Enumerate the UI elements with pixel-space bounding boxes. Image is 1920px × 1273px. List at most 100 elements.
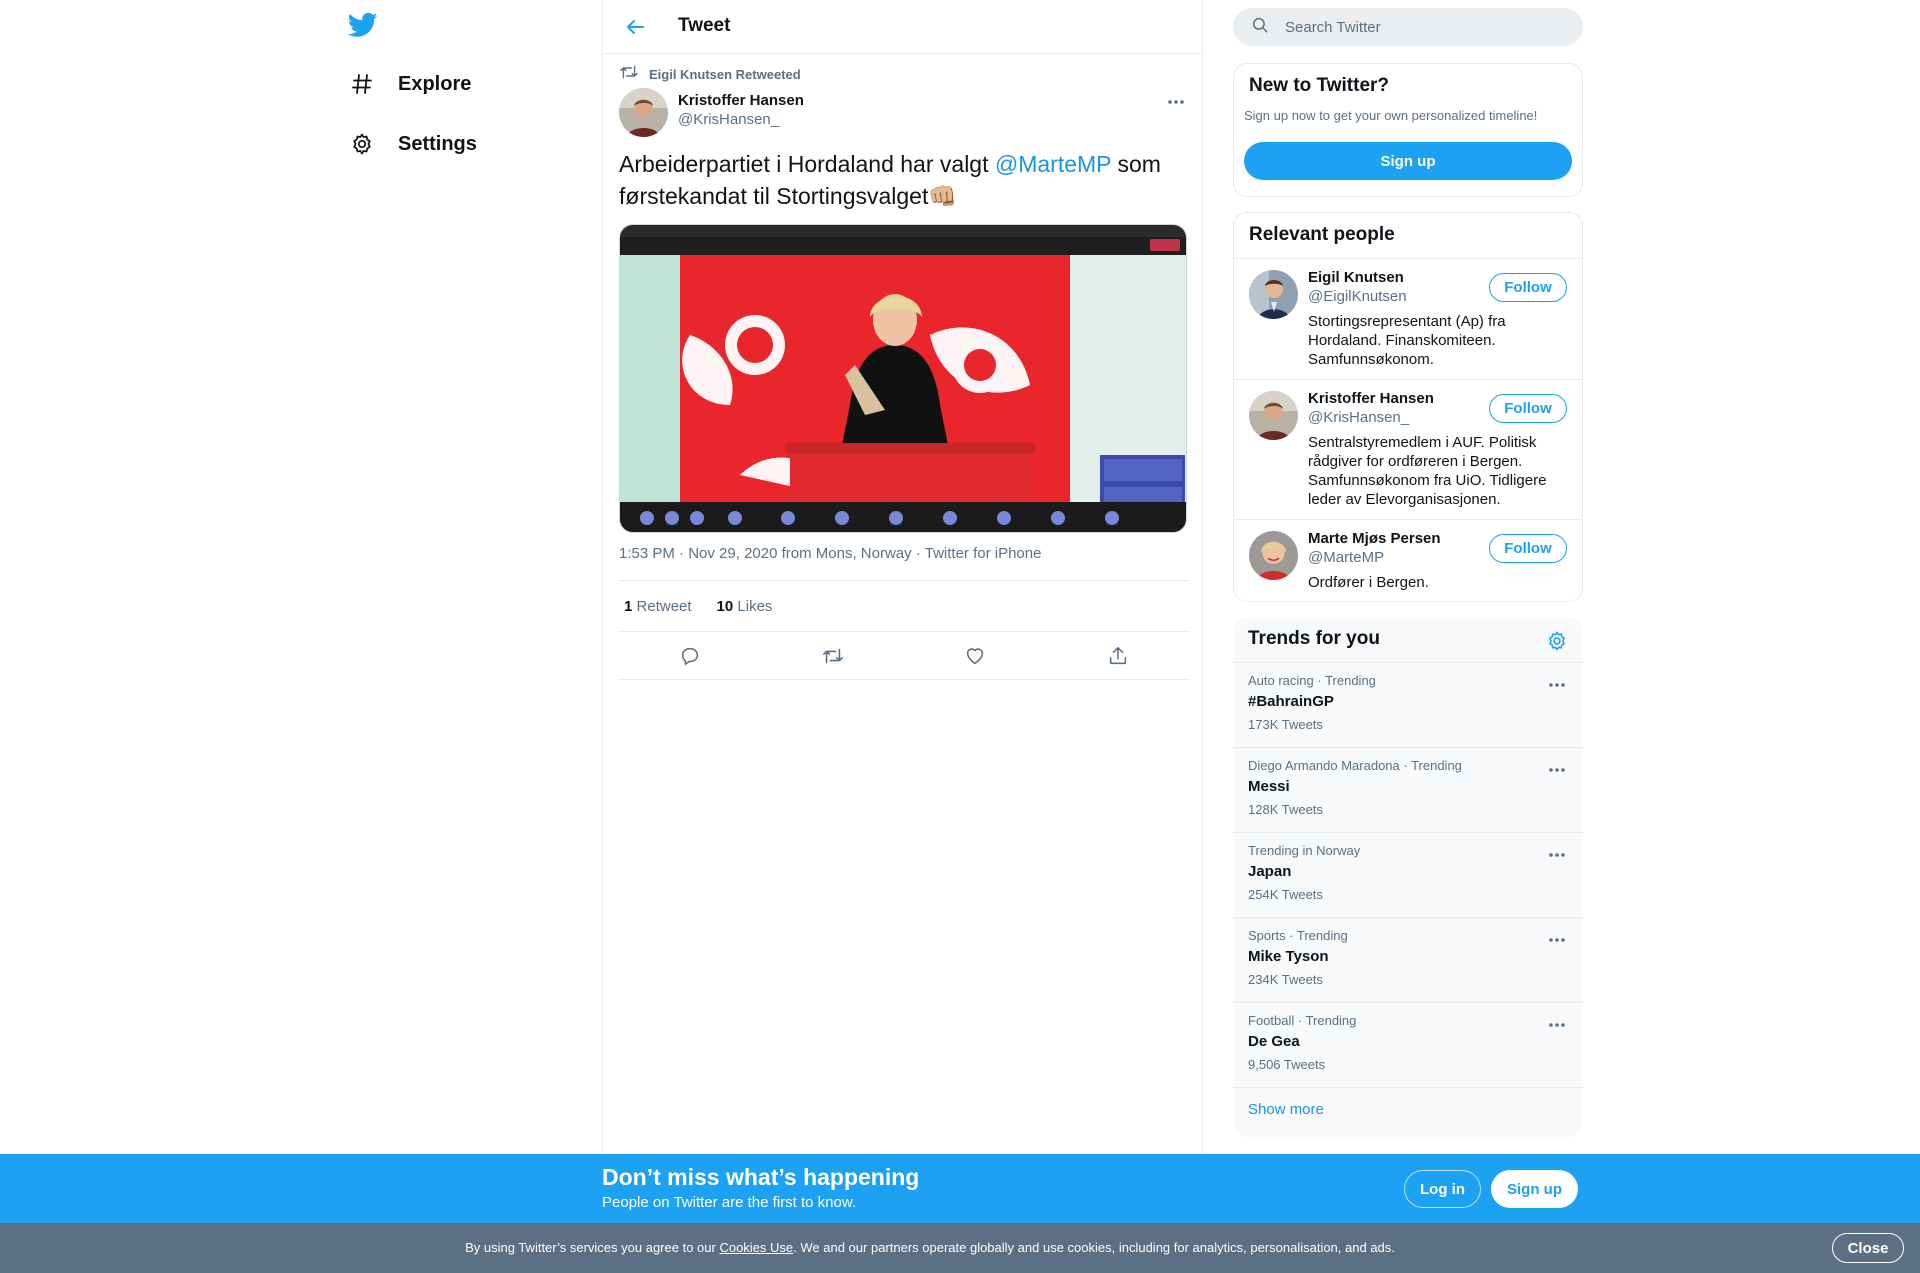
video-call-screenshot — [620, 225, 1186, 532]
trend-context: Diego Armando Maradona · Trending — [1248, 758, 1462, 773]
trend-context: Sports · Trending — [1248, 928, 1348, 943]
signup-banner: Don’t miss what’s happening People on Tw… — [0, 1154, 1920, 1223]
author-handle[interactable]: @KrisHansen_ — [678, 111, 779, 128]
avatar[interactable] — [1249, 270, 1298, 319]
retweeted-by-label: Eigil Knutsen Retweeted — [649, 67, 801, 82]
fist-emoji: 👊🏼 — [928, 183, 958, 209]
like-icon[interactable] — [958, 639, 992, 673]
relevant-people-card: Relevant people Eigil Knutsen @EigilKnut… — [1233, 212, 1583, 602]
tweet-text-part: Arbeiderpartiet i Hordaland har valgt — [619, 151, 995, 177]
more-options-icon[interactable] — [1547, 930, 1567, 950]
person-handle: @EigilKnutsen — [1308, 288, 1407, 305]
trend-item[interactable]: Trending in Norway Japan 254K Tweets — [1233, 832, 1583, 917]
search-box[interactable] — [1233, 8, 1583, 46]
search-icon — [1251, 16, 1269, 39]
search-input[interactable] — [1285, 18, 1555, 36]
cookie-text-part: By using Twitter’s services you agree to… — [465, 1240, 720, 1255]
more-options-icon[interactable] — [1547, 845, 1567, 865]
more-options-icon[interactable] — [1166, 92, 1186, 112]
main-column: Tweet Eigil Knutsen Retweeted Kristoffer… — [602, 0, 1203, 1273]
trend-name: #BahrainGP — [1248, 693, 1334, 710]
cookie-bar: By using Twitter’s services you agree to… — [0, 1223, 1920, 1273]
page-title: Tweet — [678, 15, 731, 36]
nav-explore-label: Explore — [398, 72, 472, 95]
tweet-location: from Mons, Norway — [781, 545, 912, 562]
trends-title: Trends for you — [1248, 628, 1380, 649]
follow-button[interactable]: Follow — [1489, 394, 1567, 423]
trend-item[interactable]: Auto racing · Trending #BahrainGP 173K T… — [1233, 662, 1583, 747]
follow-button[interactable]: Follow — [1489, 534, 1567, 563]
author-name[interactable]: Kristoffer Hansen — [678, 92, 804, 109]
tweet-date: Nov 29, 2020 — [688, 545, 778, 562]
person-marte-mjos-persen[interactable]: Marte Mjøs Persen @MarteMP Ordfører i Be… — [1234, 519, 1582, 601]
tweet-actions — [619, 632, 1189, 680]
trend-item[interactable]: Diego Armando Maradona · Trending Messi … — [1233, 747, 1583, 832]
trends-settings-gear-icon[interactable] — [1546, 630, 1568, 652]
tweet-stats: 1 Retweet 10 Likes — [619, 580, 1189, 632]
tweet-time-link[interactable]: 1:53 PM · Nov 29, 2020 — [619, 545, 777, 562]
tweet-media-image[interactable] — [619, 224, 1187, 533]
avatar[interactable] — [1249, 391, 1298, 440]
person-handle: @MarteMP — [1308, 549, 1385, 566]
banner-title: Don’t miss what’s happening — [602, 1164, 920, 1190]
more-options-icon[interactable] — [1547, 675, 1567, 695]
share-icon[interactable] — [1101, 639, 1135, 673]
cookie-text: By using Twitter’s services you agree to… — [0, 1240, 1860, 1255]
avatar[interactable] — [1249, 531, 1298, 580]
trend-context: Trending in Norway — [1248, 843, 1361, 858]
person-kristoffer-hansen[interactable]: Kristoffer Hansen @KrisHansen_ Sentralst… — [1234, 379, 1582, 519]
trend-item[interactable]: Sports · Trending Mike Tyson 234K Tweets — [1233, 917, 1583, 1002]
follow-button[interactable]: Follow — [1489, 273, 1567, 302]
mention-link[interactable]: @MarteMP — [995, 151, 1111, 177]
trend-item[interactable]: Football · Trending De Gea 9,506 Tweets — [1233, 1002, 1583, 1087]
like-label: Likes — [737, 597, 773, 615]
reply-icon[interactable] — [673, 639, 707, 673]
tweet-text: Arbeiderpartiet i Hordaland har valgt @M… — [619, 148, 1189, 212]
new-to-twitter-title: New to Twitter? — [1249, 75, 1390, 96]
likes-stat[interactable]: 10 Likes — [717, 598, 773, 615]
divider — [1233, 1087, 1583, 1088]
meta-separator: · — [679, 545, 685, 562]
author-avatar[interactable] — [619, 88, 668, 137]
trend-name: De Gea — [1248, 1033, 1300, 1050]
like-count: 10 — [716, 597, 734, 615]
more-options-icon[interactable] — [1547, 1015, 1567, 1035]
signup-button[interactable]: Sign up — [1491, 1170, 1578, 1208]
retweet-icon[interactable] — [816, 639, 850, 673]
banner-subtitle: People on Twitter are the first to know. — [602, 1194, 857, 1211]
person-bio: Sentralstyremedlem i AUF. Politisk rådgi… — [1308, 434, 1547, 508]
nav-settings-label: Settings — [398, 132, 477, 155]
person-eigil-knutsen[interactable]: Eigil Knutsen @EigilKnutsen Stortingsrep… — [1234, 258, 1582, 379]
show-more-link[interactable]: Show more — [1248, 1101, 1324, 1118]
trend-name: Mike Tyson — [1248, 948, 1329, 965]
login-button[interactable]: Log in — [1404, 1170, 1481, 1208]
tweet-meta: 1:53 PM · Nov 29, 2020 from Mons, Norway… — [619, 545, 1041, 562]
trend-name: Japan — [1248, 863, 1292, 880]
retweet-context[interactable]: Eigil Knutsen Retweeted — [619, 64, 801, 85]
nav-settings[interactable]: Settings — [348, 124, 477, 164]
more-options-icon[interactable] — [1547, 760, 1567, 780]
person-name: Eigil Knutsen — [1308, 269, 1404, 286]
new-to-twitter-subtitle: Sign up now to get your own personalized… — [1244, 108, 1538, 123]
tweet-time: 1:53 PM — [619, 545, 675, 562]
sidebar-signup-button[interactable]: Sign up — [1244, 142, 1572, 180]
cookies-use-link[interactable]: Cookies Use — [719, 1240, 793, 1255]
twitter-bird-icon[interactable] — [347, 10, 382, 44]
retweet-icon — [619, 64, 639, 85]
cookie-text-part: . We and our partners operate globally a… — [793, 1240, 1395, 1255]
relevant-people-title: Relevant people — [1249, 224, 1395, 245]
tweet-source-link[interactable]: Twitter for iPhone — [925, 545, 1042, 562]
nav-explore[interactable]: Explore — [348, 64, 471, 104]
person-bio: Ordfører i Bergen. — [1308, 574, 1429, 591]
meta-separator: · — [915, 545, 921, 562]
hashtag-icon — [348, 70, 376, 98]
trend-count: 128K Tweets — [1248, 802, 1323, 817]
back-arrow-icon[interactable] — [623, 15, 647, 39]
trend-context: Auto racing · Trending — [1248, 673, 1376, 688]
cookie-close-button[interactable]: Close — [1832, 1233, 1904, 1263]
trend-count: 9,506 Tweets — [1248, 1057, 1326, 1072]
retweets-stat[interactable]: 1 Retweet — [624, 598, 692, 615]
person-bio: Stortingsrepresentant (Ap) fra Hordaland… — [1308, 313, 1506, 368]
gear-icon — [348, 130, 376, 158]
person-name: Marte Mjøs Persen — [1308, 530, 1441, 547]
